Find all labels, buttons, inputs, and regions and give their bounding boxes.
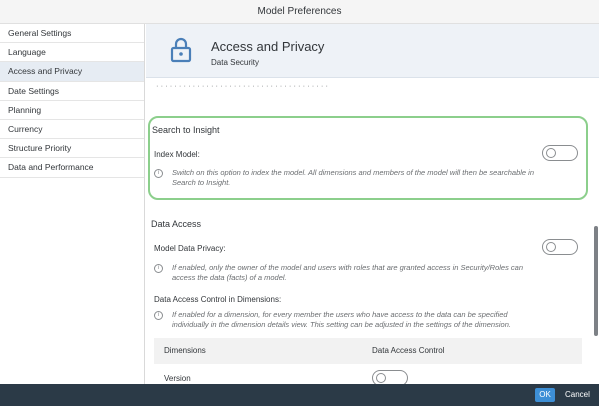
scrollbar[interactable] — [594, 226, 598, 336]
sidebar: General Settings Language Access and Pri… — [0, 24, 145, 384]
sidebar-item-date-settings[interactable]: Date Settings — [0, 82, 144, 101]
data-access-control-info-cont: individually in the dimension details vi… — [172, 320, 511, 329]
cancel-button[interactable]: Cancel — [565, 388, 590, 402]
toggle-knob — [376, 373, 386, 383]
sidebar-item-currency[interactable]: Currency — [0, 120, 144, 140]
model-data-privacy-info-cont: access the data (facts) of a model. — [172, 273, 287, 282]
info-icon: i — [154, 311, 163, 320]
ok-button[interactable]: OK — [535, 388, 555, 402]
info-icon: i — [154, 264, 163, 273]
index-model-toggle[interactable] — [542, 145, 578, 161]
model-data-privacy-label: Model Data Privacy: — [154, 244, 226, 253]
model-data-privacy-toggle[interactable] — [542, 239, 578, 255]
lock-icon — [170, 37, 192, 63]
sidebar-item-general-settings[interactable]: General Settings — [0, 24, 144, 44]
data-access-control-label: Data Access Control in Dimensions: — [154, 295, 282, 304]
search-to-insight-title: Search to Insight — [152, 125, 220, 135]
sidebar-item-access-and-privacy[interactable]: Access and Privacy — [0, 62, 144, 82]
sidebar-item-structure-priority[interactable]: Structure Priority — [0, 139, 144, 159]
column-header-dimensions: Dimensions — [164, 346, 206, 355]
data-access-title: Data Access — [151, 219, 202, 229]
sidebar-item-language[interactable]: Language — [0, 43, 144, 63]
clipped-info-text: · · · · · · · · · · · · · · · · · · · · … — [156, 81, 329, 90]
dimensions-table-header: Dimensions Data Access Control — [154, 338, 582, 364]
index-model-info: Switch on this option to index the model… — [172, 168, 535, 177]
window-title: Model Preferences — [0, 0, 599, 24]
panel-header: Access and Privacy Data Security — [146, 24, 599, 78]
toggle-knob — [546, 242, 556, 252]
page-subtitle: Data Security — [211, 58, 260, 67]
index-model-info-cont: Search to Insight. — [172, 178, 231, 187]
info-icon: i — [154, 169, 163, 178]
page-title: Access and Privacy — [211, 39, 325, 54]
toggle-knob — [546, 148, 556, 158]
table-row: Version — [154, 364, 582, 384]
dimension-name: Version — [164, 374, 191, 383]
column-header-data-access-control: Data Access Control — [372, 346, 445, 355]
index-model-label: Index Model: — [154, 150, 200, 159]
version-access-control-toggle[interactable] — [372, 370, 408, 384]
data-access-control-info: If enabled for a dimension, for every me… — [172, 310, 508, 319]
sidebar-item-data-and-performance[interactable]: Data and Performance — [0, 158, 144, 178]
model-data-privacy-info: If enabled, only the owner of the model … — [172, 263, 524, 272]
dialog-footer: OK Cancel — [0, 384, 599, 406]
settings-panel: Access and Privacy Data Security · · · ·… — [146, 24, 599, 384]
sidebar-item-planning[interactable]: Planning — [0, 101, 144, 120]
